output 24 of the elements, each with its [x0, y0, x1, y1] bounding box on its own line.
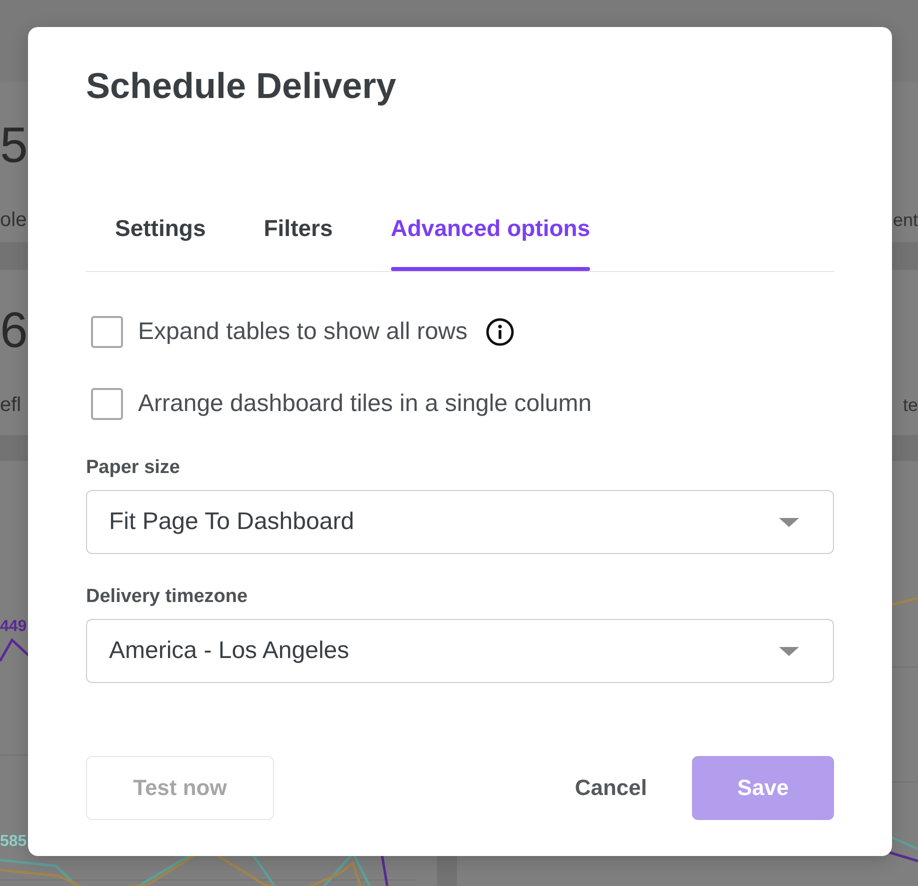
checkbox[interactable]	[91, 316, 123, 348]
metric-label: te	[902, 394, 918, 417]
caret-icon	[779, 518, 799, 526]
tab[interactable]: Advanced options	[390, 200, 590, 271]
checkbox-label: Expand tables to show all rows	[138, 317, 468, 347]
caret-icon	[779, 646, 799, 656]
metric-value: 5	[0, 120, 28, 170]
info-icon[interactable]	[486, 318, 514, 346]
dialog-title: Schedule Delivery	[86, 64, 396, 108]
metric-label: efl	[0, 393, 22, 417]
tab[interactable]: Filters	[264, 200, 333, 271]
metric-label: ent	[892, 209, 918, 232]
dropdown-field[interactable]: America - Los Angeles	[86, 619, 834, 683]
field-label: Delivery timezone	[86, 585, 248, 609]
text-button[interactable]: Cancel	[552, 756, 669, 820]
metric-value: 6	[0, 305, 28, 355]
field-label: Paper size	[86, 456, 180, 480]
checkbox[interactable]	[91, 388, 123, 420]
data-label: 585	[0, 833, 27, 850]
metric-label: ole	[0, 208, 27, 232]
dropdown-field[interactable]: Fit Page To Dashboard	[86, 490, 834, 554]
tab[interactable]: Settings	[115, 200, 206, 271]
checkbox-label: Arrange dashboard tiles in a single column	[138, 389, 592, 419]
data-label: 449	[0, 618, 27, 635]
